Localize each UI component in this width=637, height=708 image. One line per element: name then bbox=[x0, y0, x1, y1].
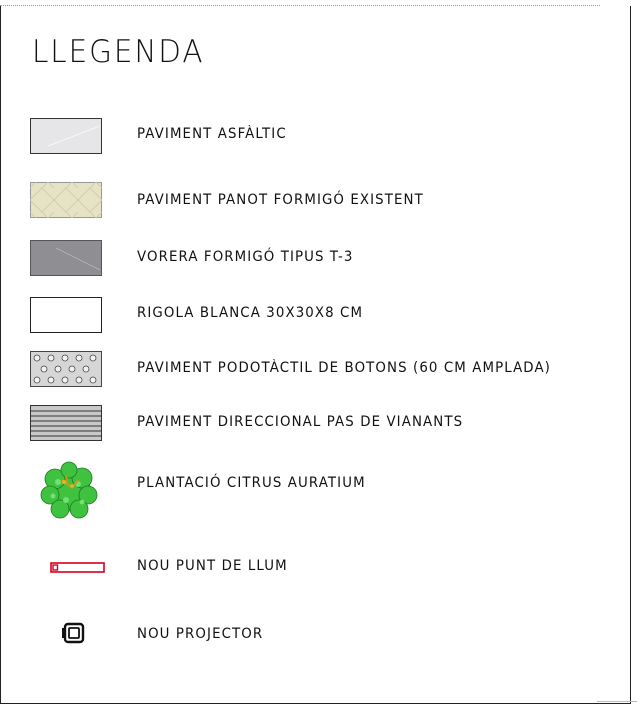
concrete-swatch bbox=[30, 240, 102, 276]
legend-item-concrete: VORERA FORMIGÓ TIPUS T-3 bbox=[0, 240, 631, 280]
projector-icon bbox=[62, 622, 86, 646]
frame-corner bbox=[597, 701, 637, 708]
white-gutter-swatch bbox=[30, 297, 102, 333]
street-light-icon bbox=[50, 562, 106, 574]
legend-label-directional: PAVIMENT DIRECCIONAL PAS DE VIANANTS bbox=[137, 414, 464, 430]
tactile-button-swatch bbox=[30, 351, 102, 387]
legend-label-white-gutter: RIGOLA BLANCA 30X30X8 CM bbox=[137, 305, 364, 321]
tree-icon bbox=[38, 460, 100, 522]
legend-item-white-gutter: RIGOLA BLANCA 30X30X8 CM bbox=[0, 297, 631, 337]
panot-swatch bbox=[30, 182, 102, 218]
legend-item-directional: PAVIMENT DIRECCIONAL PAS DE VIANANTS bbox=[0, 405, 631, 445]
legend-item-tree: PLANTACIÓ CITRUS AURATIUM bbox=[0, 460, 631, 520]
legend-label-street-light: NOU PUNT DE LLUM bbox=[137, 558, 288, 574]
legend-item-panot: PAVIMENT PANOT FORMIGÓ EXISTENT bbox=[0, 182, 631, 222]
legend-label-projector: NOU PROJECTOR bbox=[137, 626, 264, 642]
legend-item-projector: NOU PROJECTOR bbox=[0, 616, 631, 656]
legend-item-street-light: NOU PUNT DE LLUM bbox=[0, 548, 631, 588]
asphalt-swatch bbox=[30, 118, 102, 154]
legend-title: LLEGENDA bbox=[32, 34, 205, 70]
legend-label-concrete: VORERA FORMIGÓ TIPUS T-3 bbox=[137, 249, 354, 265]
legend-label-panot: PAVIMENT PANOT FORMIGÓ EXISTENT bbox=[137, 192, 424, 208]
legend-label-asphalt: PAVIMENT ASFÀLTIC bbox=[137, 126, 287, 142]
legend-item-asphalt: PAVIMENT ASFÀLTIC bbox=[0, 118, 631, 158]
legend-label-tree: PLANTACIÓ CITRUS AURATIUM bbox=[137, 475, 366, 491]
directional-stripes-swatch bbox=[30, 405, 102, 441]
legend-item-tactile: PAVIMENT PODOTÀCTIL DE BOTONS (60 CM AMP… bbox=[0, 351, 631, 391]
legend-label-tactile: PAVIMENT PODOTÀCTIL DE BOTONS (60 CM AMP… bbox=[137, 360, 551, 376]
